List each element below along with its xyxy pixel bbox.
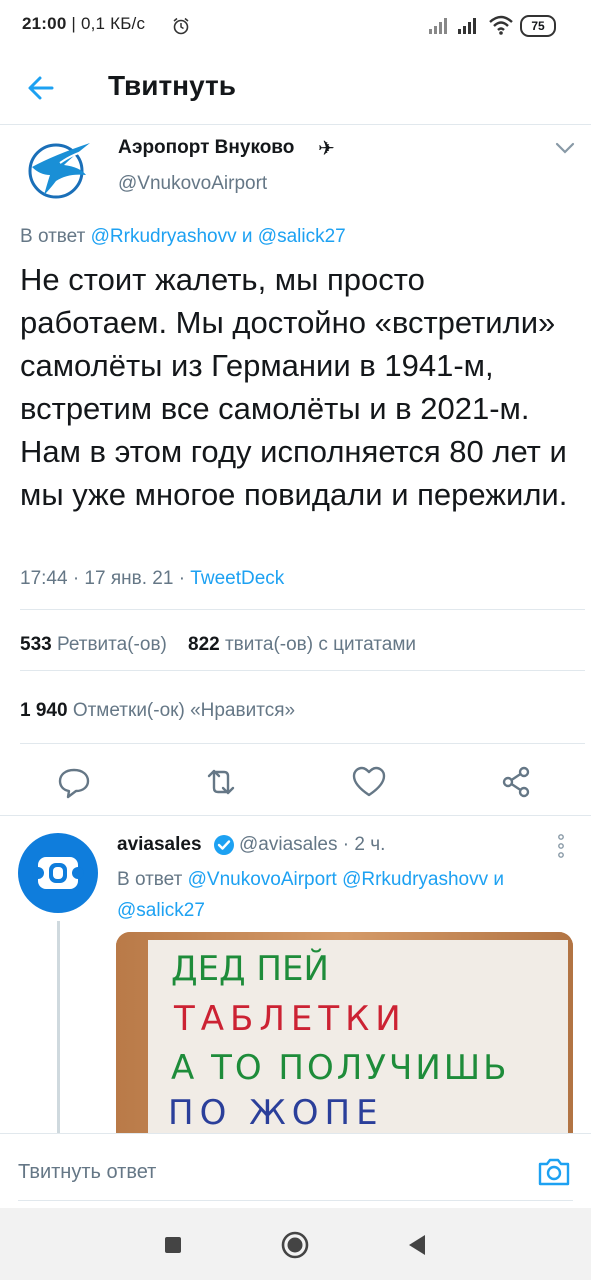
reply-to-prefix: В ответ xyxy=(20,226,91,247)
like-icon[interactable] xyxy=(349,762,389,802)
reply-to-and: и xyxy=(488,869,504,890)
back-arrow-icon[interactable] xyxy=(22,68,62,108)
divider xyxy=(20,743,585,744)
alarm-icon xyxy=(173,17,189,35)
handwritten-note-photo: ДЕД ПЕЙ ТАБЛЕТКИ А ТО ПОЛУЧИШЬ ПО ЖОПЕ xyxy=(116,932,573,1137)
status-speed: | 0,1 КБ/с xyxy=(66,14,146,33)
author-handle[interactable]: @VnukovoAirport xyxy=(118,173,267,195)
more-icon[interactable] xyxy=(555,833,567,859)
likes-stats[interactable]: 1 940 Отметки(-ок) «Нравится» xyxy=(20,700,295,722)
aviasales-avatar[interactable] xyxy=(18,833,98,913)
aviasales-logo-icon xyxy=(32,857,84,889)
nav-recents-icon[interactable] xyxy=(164,1236,182,1254)
reply-to-line: В ответ @Rrkudryashovv и @salick27 xyxy=(20,226,346,248)
divider xyxy=(0,815,591,816)
verified-icon xyxy=(214,835,234,855)
tweet-source-link[interactable]: TweetDeck xyxy=(190,568,284,589)
photo-line-4: ПО ЖОПЕ xyxy=(168,1093,384,1133)
thread-line xyxy=(57,921,60,1136)
plane-badge-icon: ✈ xyxy=(318,138,335,160)
camera-icon[interactable] xyxy=(536,1156,572,1188)
caret-down-icon[interactable] xyxy=(553,138,577,158)
status-clock: 21:00 xyxy=(22,14,67,33)
vnukovo-logo-avatar[interactable] xyxy=(20,137,96,201)
quotes-count: 822 xyxy=(188,634,220,655)
nav-back-icon[interactable] xyxy=(407,1234,427,1256)
reply-icon[interactable] xyxy=(54,762,94,802)
reply-to-user-link[interactable]: @salick27 xyxy=(117,900,205,921)
composer-underline xyxy=(18,1200,573,1201)
retweets-count: 533 xyxy=(20,634,52,655)
status-bar: 21:00 | 0,1 КБ/с 75 xyxy=(0,0,591,52)
signal-icon-1 xyxy=(429,18,447,34)
battery-icon: 75 xyxy=(520,15,556,37)
reply-to-user-link[interactable]: @Rrkudryashovv xyxy=(342,869,488,890)
retweet-stats[interactable]: 533 Ретвита(-ов) 822 твита(-ов) с цитата… xyxy=(20,634,416,656)
battery-level: 75 xyxy=(531,19,545,33)
author-name[interactable]: Аэропорт Внуково xyxy=(118,137,294,159)
share-icon[interactable] xyxy=(496,762,536,802)
reply-composer[interactable]: Твитнуть ответ xyxy=(0,1133,591,1208)
reply-to-line: В ответ @VnukovoAirport @Rrkudryashovv и… xyxy=(117,864,577,926)
tweet-time: 17:44 · 17 янв. 21 · xyxy=(20,568,191,589)
tweet-timestamp: 17:44 · 17 янв. 21 · TweetDeck xyxy=(20,568,284,590)
photo-line-1: ДЕД ПЕЙ xyxy=(171,948,329,989)
likes-label: Отметки(-ок) «Нравится» xyxy=(67,700,296,721)
reply-author-name[interactable]: aviasales xyxy=(117,834,202,856)
top-app-bar: Твитнуть xyxy=(0,52,591,125)
photo-line-3: А ТО ПОЛУЧИШЬ xyxy=(171,1048,509,1088)
wifi-icon xyxy=(489,15,513,35)
nav-home-icon[interactable] xyxy=(281,1231,309,1259)
reply-to-and: и xyxy=(236,226,258,247)
retweet-icon[interactable] xyxy=(201,762,241,802)
photo-line-2: ТАБЛЕТКИ xyxy=(173,999,407,1039)
page-title: Твитнуть xyxy=(108,70,236,101)
tweet-text: Не стоит жалеть, мы просто работаем. Мы … xyxy=(20,262,568,512)
quotes-label: твита(-ов) с цитатами xyxy=(219,634,417,655)
reply-input[interactable]: Твитнуть ответ xyxy=(18,1161,156,1184)
signal-icon-2 xyxy=(458,18,476,34)
likes-count: 1 940 xyxy=(20,700,68,721)
reply-to-prefix: В ответ xyxy=(117,869,188,890)
status-time: 21:00 | 0,1 КБ/с xyxy=(22,14,145,34)
divider xyxy=(20,670,585,671)
system-nav-bar xyxy=(0,1208,591,1280)
reply-to-user-link[interactable]: @Rrkudryashovv xyxy=(91,226,237,247)
reply-handle-time[interactable]: @aviasales · 2 ч. xyxy=(239,834,385,856)
reply-to-user-link[interactable]: @salick27 xyxy=(258,226,346,247)
reply-to-user-link[interactable]: @VnukovoAirport xyxy=(188,869,337,890)
retweets-label: Ретвита(-ов) xyxy=(51,634,167,655)
divider xyxy=(20,609,585,610)
tweet-photo[interactable]: ДЕД ПЕЙ ТАБЛЕТКИ А ТО ПОЛУЧИШЬ ПО ЖОПЕ xyxy=(116,932,573,1137)
